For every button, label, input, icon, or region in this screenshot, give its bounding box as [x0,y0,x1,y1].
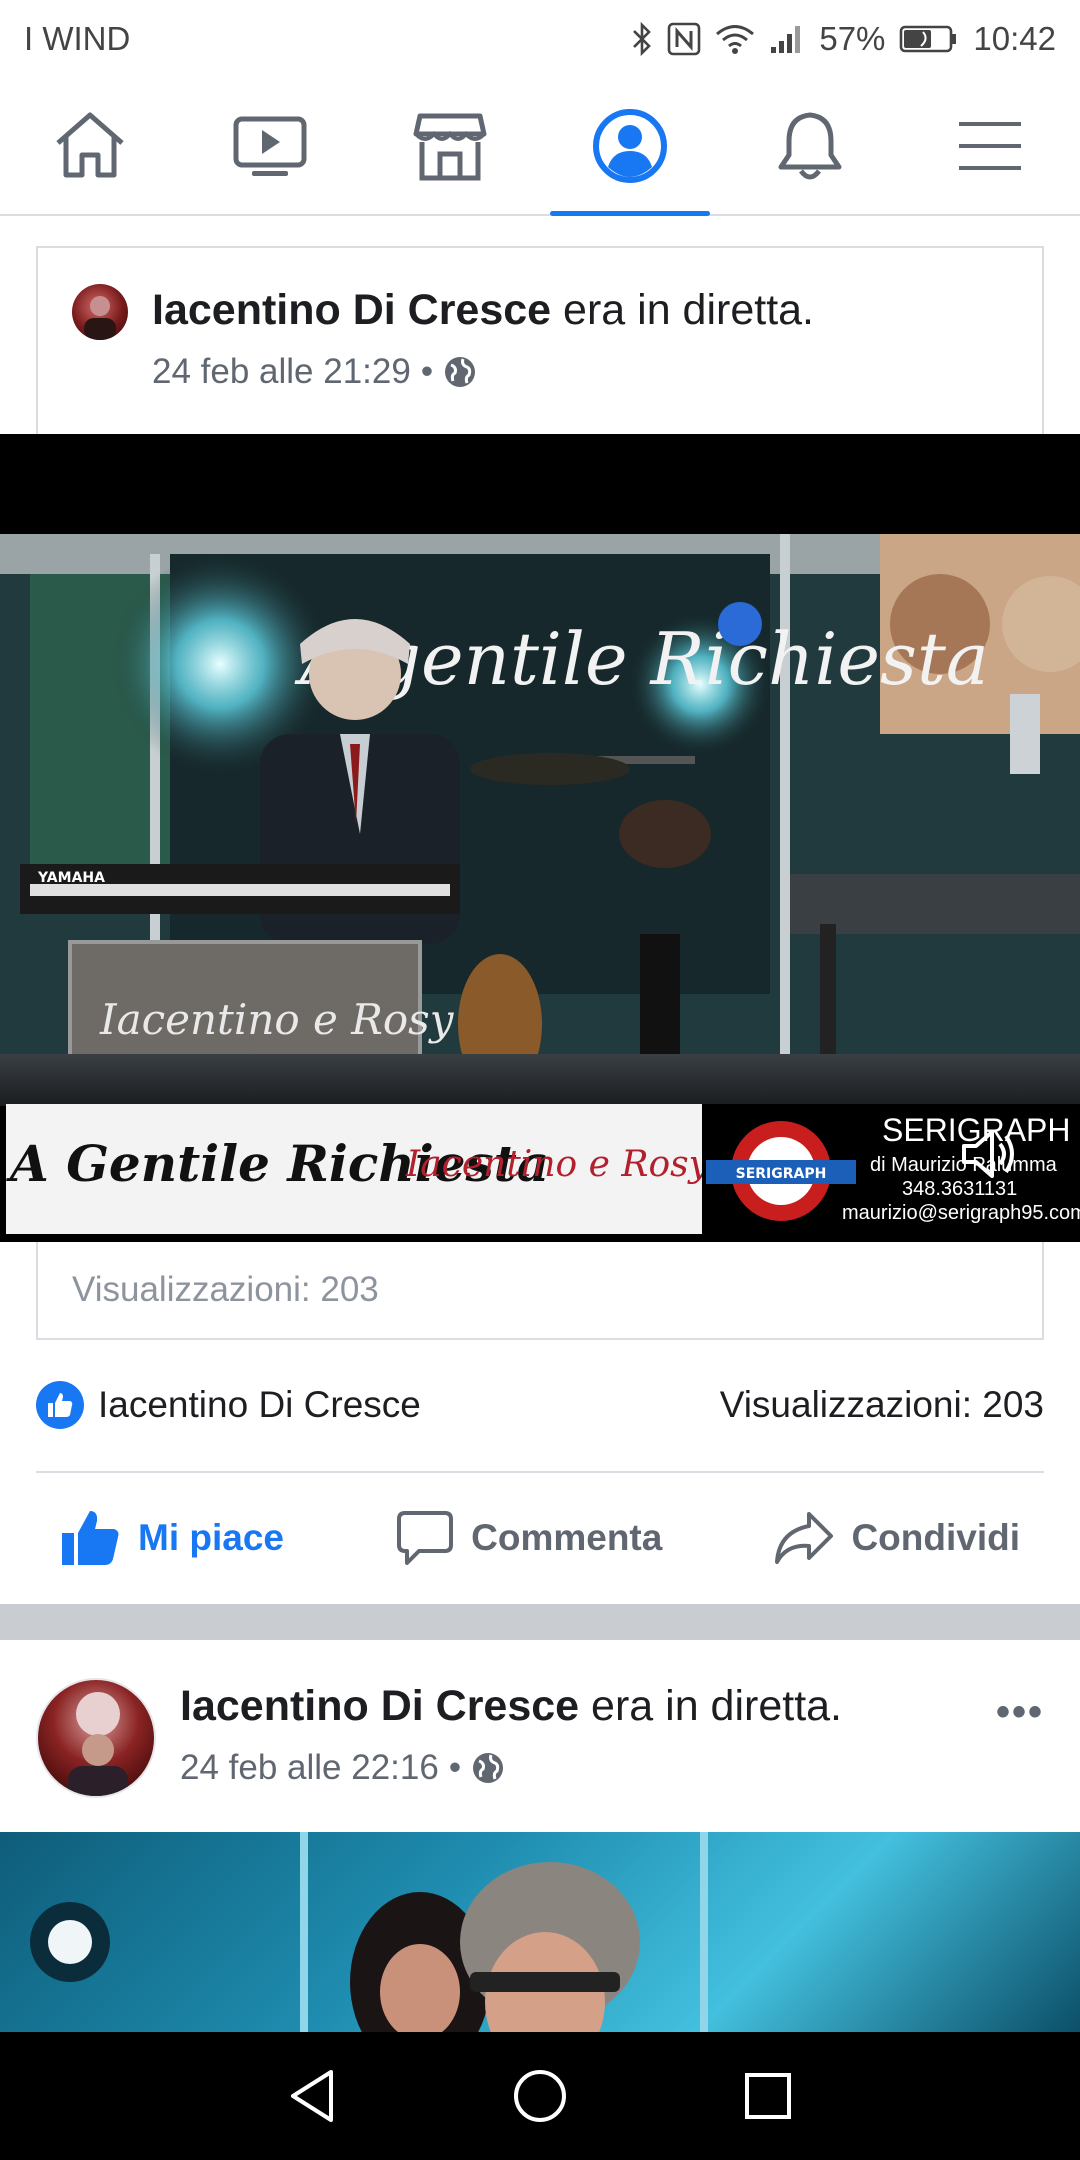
tab-home[interactable] [0,78,180,214]
post-action-text: era in diretta. [551,286,815,334]
share-icon [775,1512,834,1564]
reactions-summary: Iacentino Di Cresce Visualizzazioni: 203 [36,1370,1044,1440]
views-count[interactable]: Visualizzazioni: 203 [720,1384,1044,1426]
video-frame: A gentile Richiesta YAMAHA Iacentino e R… [0,534,1080,1106]
avatar[interactable] [36,1678,156,1798]
tab-profile[interactable] [540,78,720,216]
live-video-player[interactable] [0,1832,1080,2032]
views-caption: Visualizzazioni: 203 [36,1242,1044,1340]
live-video-player[interactable]: A gentile Richiesta YAMAHA Iacentino e R… [0,434,1080,1242]
globe-icon [445,357,476,387]
tab-watch[interactable] [180,78,360,214]
post-meta: 24 feb alle 21:29 • [152,352,477,392]
divider [36,1471,1044,1473]
carrier-name: I WIND [24,20,131,57]
home-circle-icon[interactable] [512,2068,568,2124]
author-name[interactable]: Iacentino Di Cresce [180,1682,579,1730]
like-reaction-icon [36,1381,84,1429]
tab-notifications[interactable] [720,78,900,214]
post-date[interactable]: 24 feb alle 22:16 [180,1748,439,1788]
tab-marketplace[interactable] [360,78,540,214]
lower-third-left: A Gentile Richiesta Iacentino e Rosy [6,1104,709,1234]
nfc-icon [667,22,701,56]
store-icon [413,113,487,181]
status-icons: 57% 10:42 [631,20,1056,58]
liked-by-name: Iacentino Di Cresce [98,1384,421,1425]
comment-label: Commenta [471,1517,663,1558]
post-title: Iacentino Di Cresce era in diretta. [152,286,814,335]
home-icon [56,112,124,178]
tab-menu[interactable] [900,78,1080,214]
post-actions: Mi piace Commenta Condividi [36,1490,1044,1586]
author-name[interactable]: Iacentino Di Cresce [152,286,551,334]
sponsor-email: maurizio@serigraph95.com [842,1202,1080,1224]
like-label: Mi piace [138,1517,284,1558]
battery-percent: 57% [819,20,886,57]
profile-icon [593,109,667,183]
sponsor-logo: SERIGRAPH [706,1121,856,1221]
system-nav-bar [0,2032,1080,2160]
like-button[interactable]: Mi piace [36,1509,308,1567]
bell-icon [778,112,842,180]
video-scene [30,1832,708,2032]
post-date[interactable]: 24 feb alle 21:29 [152,352,411,392]
meta-separator: • [448,1748,462,1787]
recents-icon[interactable] [743,2071,793,2121]
video-icon [233,116,307,176]
likes-summary[interactable]: Iacentino Di Cresce [36,1381,421,1429]
more-options-button[interactable]: ••• [996,1690,1044,1735]
thumbs-up-icon [62,1511,119,1565]
top-nav-bar [0,78,1080,216]
share-button[interactable]: Condividi [749,1510,1044,1566]
post-card: Iacentino Di Cresce era in diretta. 24 f… [0,1640,1080,1832]
globe-icon [473,1753,504,1783]
hamburger-icon [959,122,1021,170]
feed-separator [0,1604,1080,1640]
battery-icon [899,24,959,54]
svg-text:Iacentino e Rosy: Iacentino e Rosy [99,995,455,1044]
views-caption-text: Visualizzazioni: 203 [72,1270,379,1309]
lower-third-signature: Iacentino e Rosy [406,1144,709,1185]
comment-icon [397,1511,454,1565]
sponsor-panel: SERIGRAPH SERIGRAPH di Maurizio Palumma … [702,1104,1080,1234]
share-label: Condividi [851,1517,1020,1558]
wifi-icon [715,23,755,55]
video-scene: A gentile Richiesta YAMAHA Iacentino e R… [0,534,1080,1106]
avatar[interactable] [72,284,128,340]
speaker-muted-icon[interactable] [958,1126,1022,1182]
status-bar: I WIND 57% 10:42 [0,0,1080,78]
svg-text:SERIGRAPH: SERIGRAPH [736,1166,827,1182]
bluetooth-icon [631,22,653,56]
post-title: Iacentino Di Cresce era in diretta. [180,1682,842,1731]
signal-icon [769,23,805,55]
svg-text:YAMAHA: YAMAHA [37,870,105,886]
video-lower-third: A Gentile Richiesta Iacentino e Rosy SER… [6,1104,1080,1234]
comment-button[interactable]: Commenta [371,1509,686,1567]
post-card: Iacentino Di Cresce era in diretta. 24 f… [36,246,1044,434]
post-action-text: era in diretta. [579,1682,843,1730]
meta-separator: • [420,352,434,391]
clock: 10:42 [973,20,1056,57]
post-meta: 24 feb alle 22:16 • [180,1748,505,1788]
back-icon[interactable] [287,2068,337,2124]
